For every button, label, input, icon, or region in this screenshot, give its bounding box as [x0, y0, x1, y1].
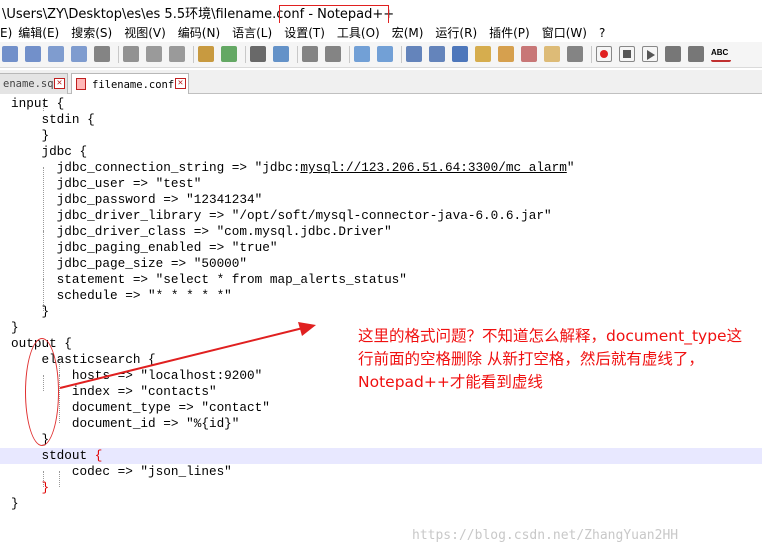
annotation-text: 这里的格式问题？不知道怎么解释，document_type这行前面的空格删除 从…	[358, 327, 743, 391]
annotation-arrow	[59, 322, 316, 389]
watermark: https://blog.csdn.net/ZhangYuan2HH	[412, 528, 679, 543]
